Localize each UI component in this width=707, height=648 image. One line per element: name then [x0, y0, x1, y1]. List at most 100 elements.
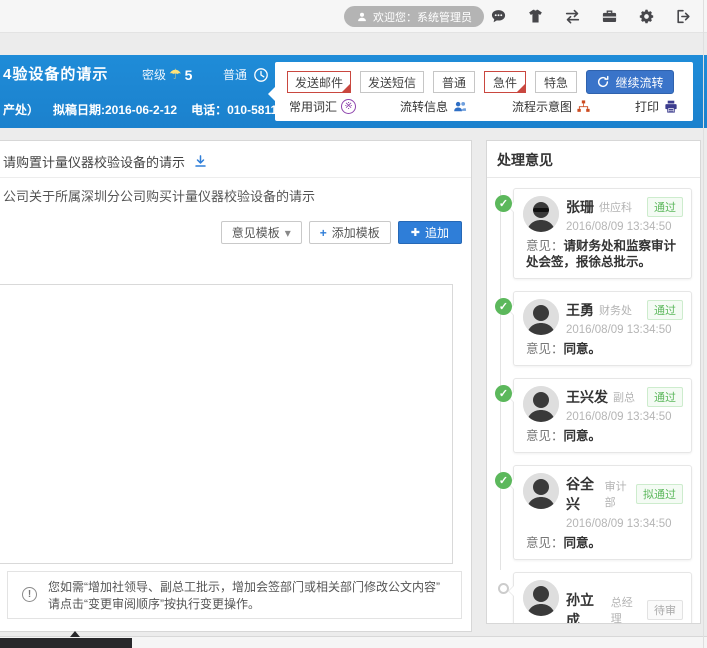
- approved-check-icon: ✓: [495, 195, 512, 212]
- approval-date: 2016/08/09 13:34:50: [566, 411, 683, 423]
- avatar: [523, 580, 559, 616]
- flow-info-link[interactable]: 流转信息: [400, 98, 468, 115]
- approver-name: 王勇: [566, 300, 594, 320]
- plus-icon: +: [320, 226, 327, 240]
- approval-date: 2016/08/09 13:34:50: [566, 221, 683, 233]
- notice-line-1: 您如需“增加社领导、副总工批示，增加会签部门或相关部门修改公文内容”: [48, 579, 440, 596]
- approval-date: 2016/08/09 13:34:50: [566, 324, 683, 336]
- document-panel: 请购置计量仪器校验设备的请示 公司关于所属深圳分公司购买计量仪器校验设备的请示 …: [0, 140, 472, 632]
- briefcase-icon[interactable]: [601, 8, 618, 25]
- opinion-content: 同意。: [564, 429, 602, 443]
- opinion-card: ✓ 张珊 供应科 通过 2016/08/09 13:34:50 意见：请财务处和…: [513, 188, 692, 279]
- approver-dept: 总经理: [611, 594, 642, 624]
- timeline-line: [500, 190, 501, 570]
- welcome-text: 欢迎您：系统管理员: [373, 9, 472, 25]
- send-sms-button[interactable]: 发送短信: [360, 71, 424, 93]
- status-badge: 拟通过: [636, 484, 683, 504]
- download-icon[interactable]: [193, 154, 208, 169]
- approved-check-icon: ✓: [495, 385, 512, 402]
- right-edge-line: [703, 0, 704, 648]
- notice-line-2: 请点击“变更审阅顺序”按执行变更操作。: [48, 596, 440, 613]
- opinion-label: 意见：: [526, 239, 564, 253]
- chat-icon[interactable]: [490, 8, 507, 25]
- opinion-card: ✓ 王勇 财务处 通过 2016/08/09 13:34:50 意见：同意。: [513, 291, 692, 366]
- document-main-title: 公司关于所属深圳分公司购买计量仪器校验设备的请示: [3, 186, 315, 205]
- approver-dept: 供应科: [599, 199, 632, 215]
- opinion-editor[interactable]: [0, 284, 453, 564]
- opinions-panel: 处理意见 ✓ 张珊 供应科 通过 2016/08/09 13:34:50 意见：…: [486, 140, 701, 624]
- approved-check-icon: ✓: [495, 472, 512, 489]
- avatar: [523, 473, 559, 509]
- add-template-button[interactable]: + 添加模板: [309, 221, 391, 244]
- transfer-arrows-icon[interactable]: [564, 8, 581, 25]
- taskbar-arrow-icon: [70, 631, 80, 637]
- status-badge: 通过: [647, 197, 683, 217]
- opinion-label: 意见：: [526, 536, 564, 550]
- theme-shirt-icon[interactable]: [527, 8, 544, 25]
- approver-dept: 副总: [613, 389, 635, 405]
- send-mail-button[interactable]: 发送邮件: [287, 71, 351, 93]
- approver-dept: 审计部: [605, 478, 631, 510]
- action-button-row: 发送邮件 发送短信 普通 急件 特急 继续流转: [287, 70, 674, 94]
- document-title: 4验设备的请示: [3, 63, 108, 84]
- settings-gear-icon[interactable]: [638, 8, 655, 25]
- secrecy-level: 密级 ☂ 5: [142, 66, 192, 83]
- people-icon: [452, 99, 468, 114]
- user-icon: [356, 11, 368, 23]
- priority-normal-button[interactable]: 普通: [433, 71, 475, 93]
- approver-name: 张珊: [566, 197, 594, 217]
- refresh-icon: [596, 75, 610, 89]
- priority-extra-urgent-button[interactable]: 特急: [535, 71, 577, 93]
- document-meta-row: 产处） 拟稿日期:2016-06-2-12 电话：010-581112568: [3, 101, 310, 118]
- opinion-card: 孙立成 总经理 待审: [513, 572, 692, 624]
- approver-dept: 财务处: [599, 302, 632, 318]
- approver-name: 王兴发: [566, 387, 608, 407]
- priority-urgent-button[interactable]: 急件: [484, 71, 526, 93]
- status-badge: 待审: [647, 600, 683, 620]
- avatar: [523, 196, 559, 232]
- opinion-toolbar: 意见模板 ▾ + 添加模板 ✚ 追加: [221, 221, 462, 244]
- print-link[interactable]: 打印: [635, 98, 679, 115]
- topbar-icon-group: [490, 8, 692, 25]
- flow-diagram-link[interactable]: 流程示意图: [512, 98, 591, 115]
- divider: [0, 177, 471, 178]
- opinion-label: 意见：: [526, 342, 564, 356]
- avatar: [523, 386, 559, 422]
- append-plus-icon: ✚: [411, 226, 420, 239]
- opinions-header: 处理意见: [487, 141, 700, 178]
- approval-timeline: ✓ 张珊 供应科 通过 2016/08/09 13:34:50 意见：请财务处和…: [487, 178, 700, 624]
- opinion-content: 同意。: [564, 342, 602, 356]
- opinion-label: 意见：: [526, 429, 564, 443]
- welcome-user-pill[interactable]: 欢迎您：系统管理员: [344, 6, 484, 27]
- circled-word-icon: ※: [341, 99, 356, 114]
- attachment-title: 请购置计量仪器校验设备的请示: [3, 152, 185, 171]
- avatar: [523, 299, 559, 335]
- status-badge: 通过: [647, 300, 683, 320]
- document-header: 4验设备的请示 密级 ☂ 5 普通 产处） 拟稿日期:2016-06-2-12 …: [0, 55, 707, 128]
- taskbar-fragment: [0, 638, 132, 648]
- sitemap-icon: [576, 99, 591, 114]
- chevron-down-icon: ▾: [285, 226, 291, 240]
- pending-circle-icon: [498, 583, 509, 594]
- opinion-card: ✓ 谷全兴 审计部 拟通过 2016/08/09 13:34:50 意见：同意。: [513, 465, 692, 560]
- umbrella-icon: ☂: [169, 66, 182, 83]
- draft-date: 拟稿日期:2016-06-2-12: [53, 101, 177, 118]
- opinion-template-dropdown[interactable]: 意见模板 ▾: [221, 221, 302, 244]
- printer-icon: [663, 99, 679, 114]
- action-link-row: 常用词汇 ※ 流转信息 流程示意图 打印: [289, 98, 679, 115]
- approver-name: 孙立成: [566, 590, 606, 624]
- append-button[interactable]: ✚ 追加: [398, 221, 462, 244]
- logout-icon[interactable]: [675, 8, 692, 25]
- approval-date: 2016/08/09 13:34:50: [566, 518, 683, 530]
- status-badge: 通过: [647, 387, 683, 407]
- notice-box: ! 您如需“增加社领导、副总工批示，增加会签部门或相关部门修改公文内容” 请点击…: [7, 571, 462, 619]
- opinion-content: 同意。: [564, 536, 602, 550]
- opinion-card: ✓ 王兴发 副总 通过 2016/08/09 13:34:50 意见：同意。: [513, 378, 692, 453]
- continue-flow-button[interactable]: 继续流转: [586, 70, 674, 94]
- approved-check-icon: ✓: [495, 298, 512, 315]
- common-words-link[interactable]: 常用词汇 ※: [289, 98, 356, 115]
- clock-icon: [253, 67, 269, 83]
- org-fragment: 产处）: [3, 101, 39, 118]
- flow-mode: 普通: [223, 66, 269, 83]
- action-panel: 发送邮件 发送短信 普通 急件 特急 继续流转 常用词汇 ※ 流转信息: [275, 62, 693, 121]
